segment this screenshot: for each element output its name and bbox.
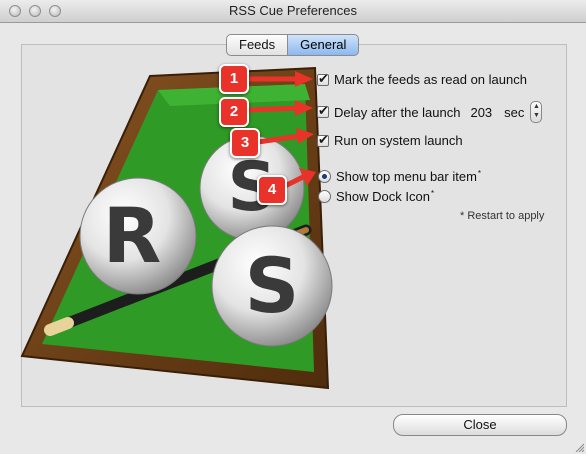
svg-text:S: S bbox=[245, 241, 300, 330]
callout-badge-3: 3 bbox=[230, 128, 260, 158]
restart-marker: * bbox=[477, 169, 482, 178]
show-dock-radio[interactable] bbox=[318, 190, 331, 203]
ball-r: R bbox=[79, 177, 197, 295]
restart-marker: * bbox=[430, 189, 435, 198]
tab-feeds[interactable]: Feeds bbox=[226, 34, 289, 56]
close-button[interactable]: Close bbox=[393, 414, 567, 436]
run-on-launch-label: Run on system launch bbox=[334, 133, 463, 148]
ball-s-bottom: S bbox=[211, 225, 333, 347]
window-title: RSS Cue Preferences bbox=[229, 3, 357, 18]
show-menu-bar-radio[interactable] bbox=[318, 170, 331, 183]
mark-read-label: Mark the feeds as read on launch bbox=[334, 72, 527, 87]
delay-stepper[interactable]: ▲ ▼ bbox=[530, 101, 543, 123]
delay-value-field[interactable]: 203 bbox=[470, 105, 492, 120]
delay-checkbox[interactable] bbox=[317, 103, 329, 119]
delay-unit: sec bbox=[504, 104, 525, 120]
show-menu-bar-option[interactable]: Show top menu bar item * bbox=[318, 169, 481, 184]
callout-arrow-3 bbox=[256, 128, 314, 145]
callout-badge-1: 1 bbox=[219, 64, 249, 94]
callout-arrow-4 bbox=[283, 168, 316, 189]
callout-arrow-2 bbox=[245, 100, 313, 116]
mark-read-option[interactable]: Mark the feeds as read on launch bbox=[317, 71, 527, 87]
run-on-launch-checkbox[interactable] bbox=[317, 132, 329, 148]
restart-note: * Restart to apply bbox=[460, 210, 545, 222]
run-on-launch-option[interactable]: Run on system launch bbox=[317, 132, 463, 148]
tab-bar: Feeds General bbox=[226, 34, 360, 56]
title-bar: RSS Cue Preferences bbox=[0, 0, 586, 23]
mark-read-checkbox[interactable] bbox=[317, 71, 329, 87]
svg-text:R: R bbox=[103, 191, 162, 280]
show-dock-label: Show Dock Icon bbox=[336, 189, 430, 204]
resize-grip-icon[interactable] bbox=[574, 442, 584, 452]
show-menu-bar-label: Show top menu bar item bbox=[336, 169, 477, 184]
callout-arrow-1 bbox=[245, 71, 313, 87]
tab-general[interactable]: General bbox=[288, 34, 360, 56]
delay-option[interactable]: Delay after the launch 203 sec ▲▼ bbox=[317, 101, 543, 123]
show-dock-option[interactable]: Show Dock Icon * bbox=[318, 189, 434, 204]
delay-label: Delay after the launch bbox=[334, 104, 461, 120]
callout-badge-4: 4 bbox=[257, 175, 287, 205]
callout-badge-2: 2 bbox=[219, 97, 249, 127]
